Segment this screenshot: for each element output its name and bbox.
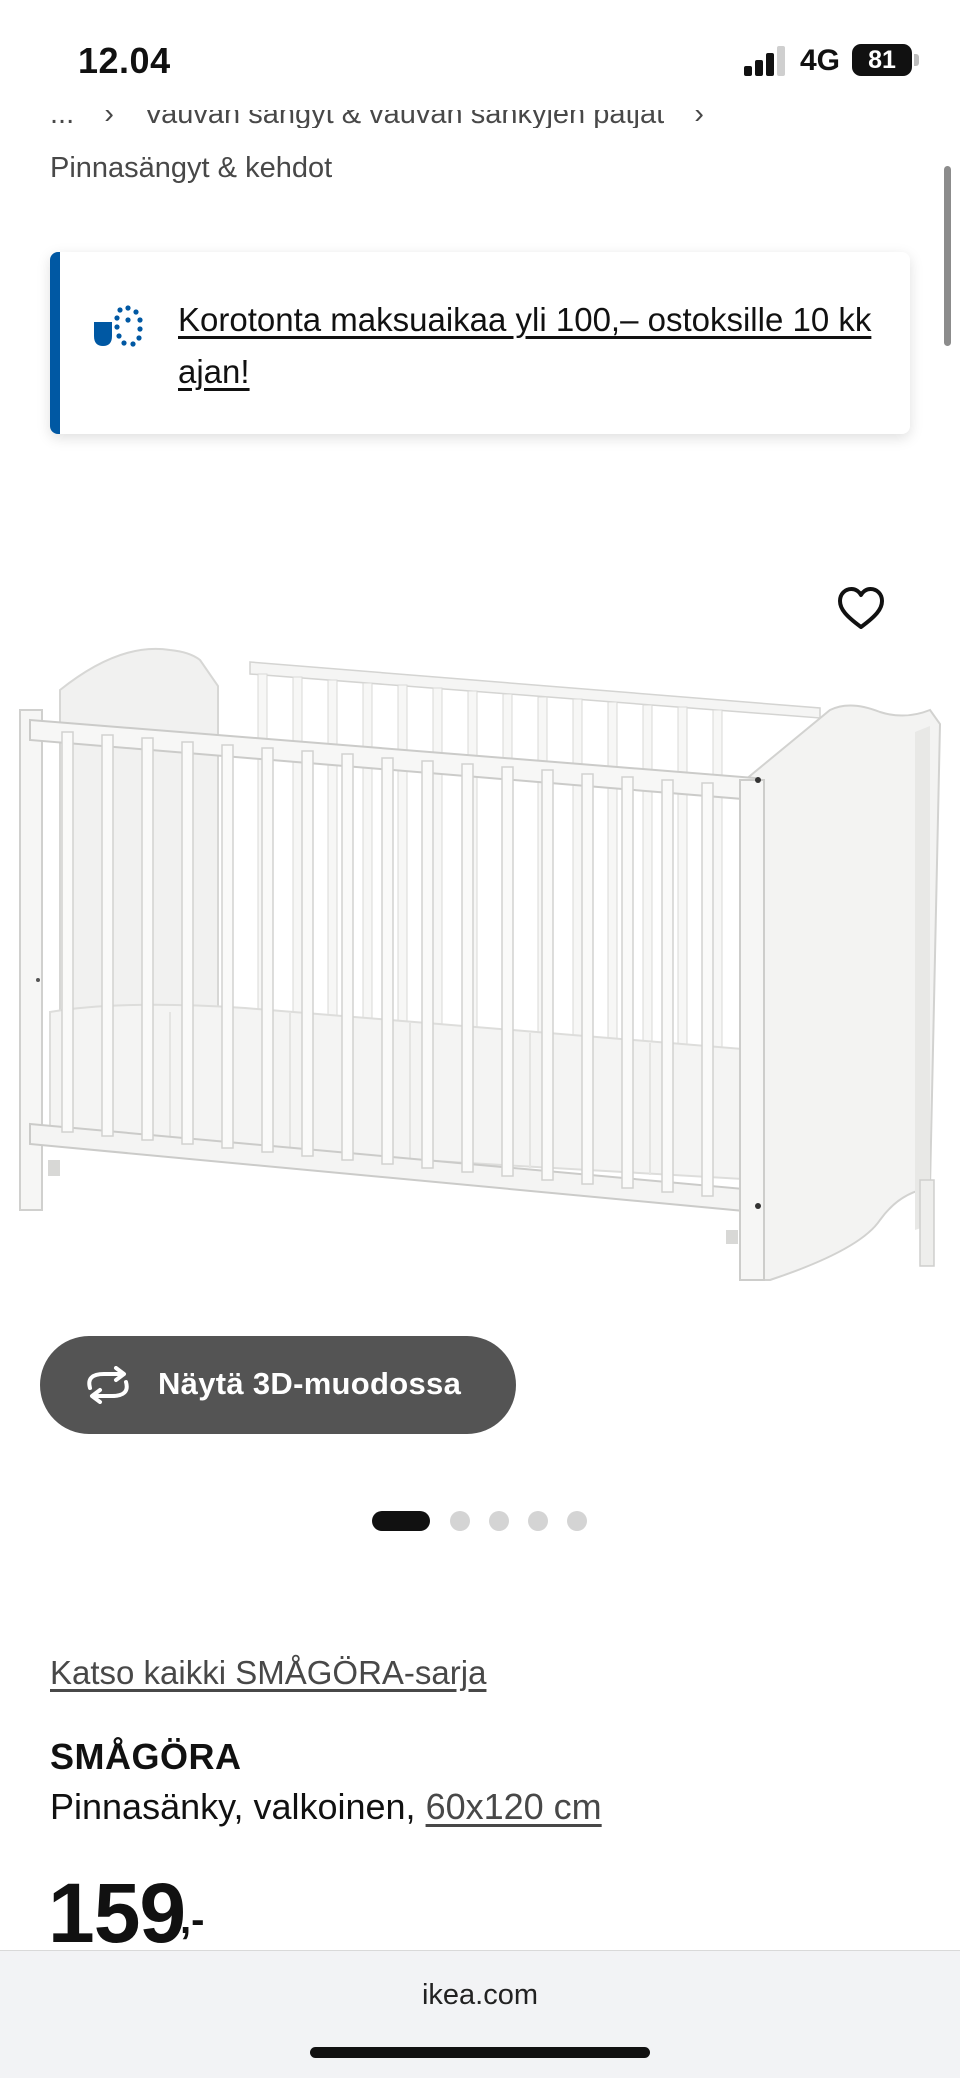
home-indicator[interactable] [310, 2047, 650, 2058]
product-name: SMÅGÖRA [50, 1736, 242, 1777]
promo-link[interactable]: Korotonta maksuaikaa yli 100,– ostoksill… [178, 294, 898, 398]
price-suffix: ,- [180, 1898, 205, 1942]
battery-icon: 81 [852, 44, 912, 76]
product-description-text: Pinnasänky, valkoinen, [50, 1786, 426, 1827]
payment-icon [94, 305, 143, 347]
promo-banner[interactable]: Korotonta maksuaikaa yli 100,– ostoksill… [50, 252, 910, 434]
carousel-dot-5[interactable] [567, 1511, 587, 1531]
battery-cap [914, 54, 919, 66]
carousel-dot-1[interactable] [372, 1511, 430, 1531]
view-3d-button[interactable]: Näytä 3D-muodossa [40, 1336, 516, 1434]
status-bar: 12.04 4G 81 [0, 0, 960, 110]
signal-icon [744, 44, 788, 76]
url-text[interactable]: ikea.com [0, 1979, 960, 2012]
status-time: 12.04 [78, 40, 171, 81]
product-page: 12.04 4G 81 ... › Vauvan sängyt & vauvan… [0, 0, 960, 2078]
carousel-dot-3[interactable] [489, 1511, 509, 1531]
promo-accent-bar [50, 252, 60, 434]
product-description: Pinnasänky, valkoinen, 60x120 cm [50, 1786, 602, 1828]
browser-address-bar[interactable]: ikea.com [0, 1950, 960, 2078]
carousel-dot-2[interactable] [450, 1511, 470, 1531]
scrollbar[interactable] [944, 166, 951, 346]
size-link[interactable]: 60x120 cm [426, 1786, 602, 1827]
product-image[interactable] [0, 640, 960, 1340]
carousel-dot-4[interactable] [528, 1511, 548, 1531]
heart-icon[interactable] [836, 584, 886, 634]
price-amount: 159 [48, 1866, 186, 1960]
network-type: 4G [800, 44, 841, 77]
series-link[interactable]: Katso kaikki SMÅGÖRA-sarja [50, 1654, 486, 1692]
rotate-icon [87, 1366, 129, 1404]
view-3d-label: Näytä 3D-muodossa [158, 1366, 462, 1401]
breadcrumb-current[interactable]: Pinnasängyt & kehdot [50, 152, 332, 185]
